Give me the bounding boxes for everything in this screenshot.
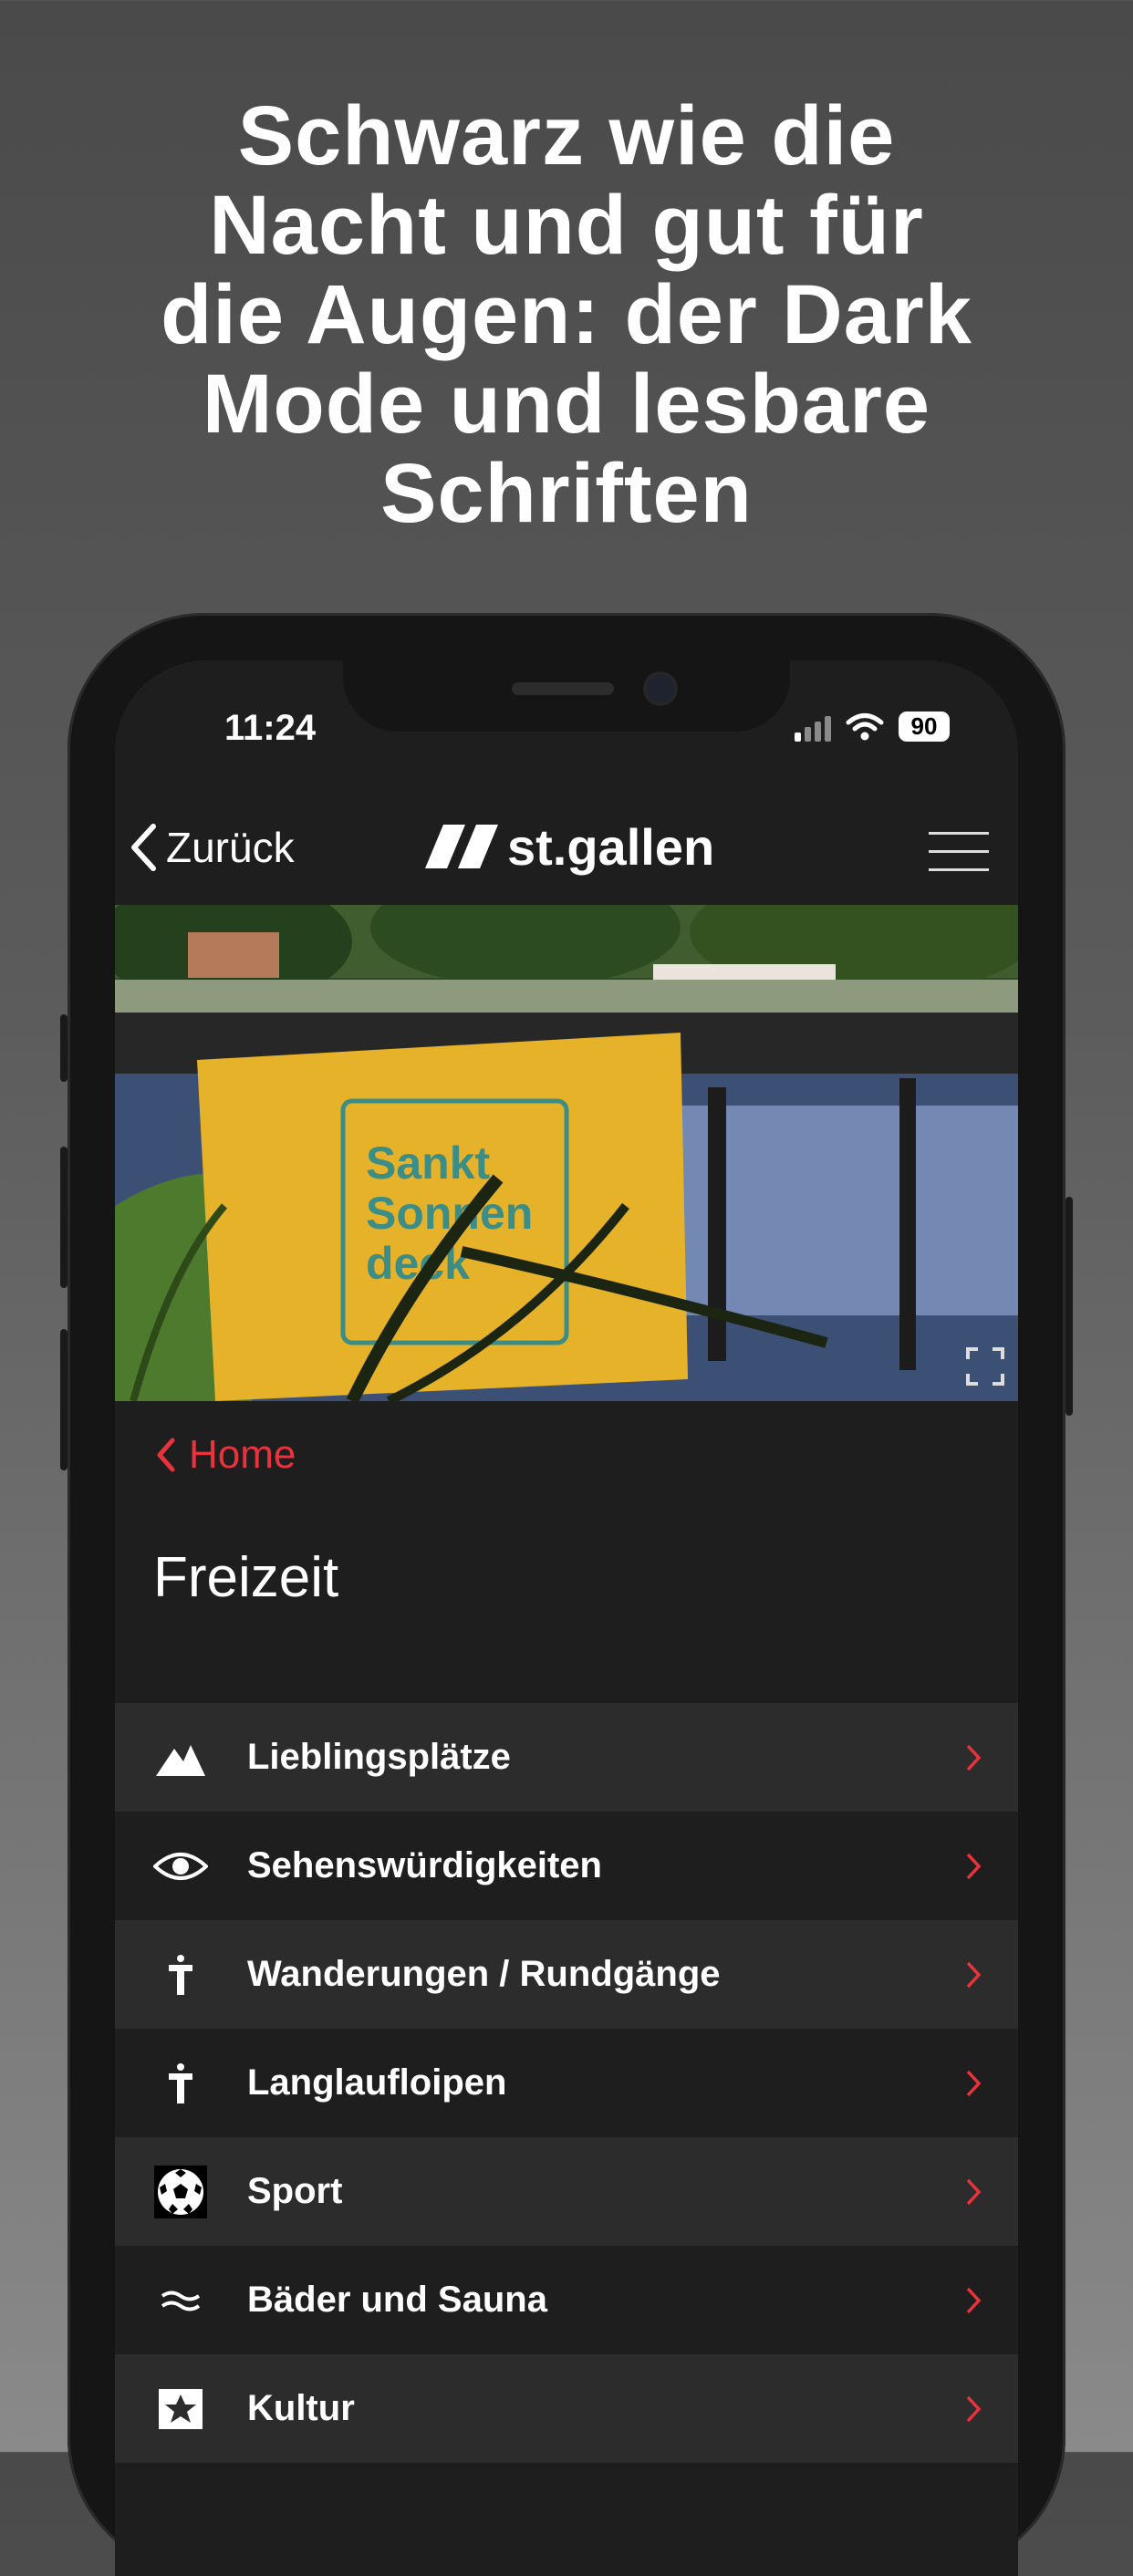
chevron-right-icon [966, 2070, 982, 2096]
volume-up-button [60, 1147, 68, 1288]
waves-icon [153, 2273, 208, 2328]
list-item-lieblingsplaetze[interactable]: Lieblingsplätze [115, 1703, 1018, 1812]
list-item-sehenswuerdigkeiten[interactable]: Sehenswürdigkeiten [115, 1812, 1018, 1920]
logo-slashes-icon [425, 824, 498, 868]
towel-text-line: Sankt [366, 1137, 491, 1189]
list-item-baeder-und-sauna[interactable]: Bäder und Sauna [115, 2246, 1018, 2354]
chevron-left-icon [157, 1438, 175, 1472]
signal-icon [795, 712, 831, 742]
front-camera [647, 675, 674, 702]
chevron-left-icon [131, 824, 156, 871]
wifi-icon [846, 712, 884, 740]
list-item-label: Sport [247, 2171, 343, 2211]
list-item-wanderungen[interactable]: Wanderungen / Rundgänge [115, 1920, 1018, 2029]
status-icons: 90 [795, 712, 950, 742]
back-button[interactable]: Zurück [130, 823, 295, 872]
list-item-label: Langlaufloipen [247, 2062, 507, 2103]
chevron-right-icon [966, 2287, 982, 2313]
headline-line: Schwarz wie die [237, 89, 896, 182]
list-item-label: Wanderungen / Rundgänge [247, 1954, 721, 1994]
chevron-right-icon [966, 1744, 982, 1771]
hero-image[interactable]: Sankt Sonnen deck [115, 905, 1018, 1401]
chevron-right-icon [966, 1961, 982, 1988]
theater-icon [153, 2382, 208, 2436]
breadcrumb-home[interactable]: Home [156, 1432, 296, 1478]
mountain-icon [153, 1730, 208, 1785]
logo-text: st.gallen [507, 818, 715, 876]
list-item-kultur[interactable]: Kultur [115, 2354, 1018, 2463]
headline-line: die Augen: der Dark [161, 268, 972, 361]
list-item-label: Bäder und Sauna [247, 2280, 547, 2320]
speaker [512, 682, 614, 695]
signpost-icon [153, 1948, 208, 2002]
breadcrumb-label: Home [189, 1432, 296, 1477]
chevron-right-icon [966, 1853, 982, 1879]
soccer-ball-icon [153, 2165, 208, 2219]
volume-down-button [60, 1329, 68, 1470]
category-list: Lieblingsplätze Sehenswürdigkeiten Wande… [115, 1703, 1018, 2463]
headline-line: Mode und lesbare [202, 358, 931, 451]
list-item-label: Kultur [247, 2388, 355, 2428]
headline-line: Schriften [380, 447, 753, 540]
list-item-label: Sehenswürdigkeiten [247, 1845, 602, 1885]
headline: Schwarz wie die Nacht und gut für die Au… [55, 91, 1078, 538]
status-time: 11:24 [224, 708, 317, 748]
back-label: Zurück [166, 824, 295, 871]
list-item-langlaufloipen[interactable]: Langlaufloipen [115, 2029, 1018, 2137]
stgallen-logo[interactable]: st.gallen [425, 817, 714, 877]
expand-icon[interactable] [965, 1346, 1005, 1387]
hero-photo: Sankt Sonnen deck [115, 905, 1018, 1401]
phone-screen: 11:24 90 Zurück st.gallen Sankt Sonnen d… [115, 660, 1018, 2576]
battery-indicator: 90 [899, 712, 950, 742]
list-item-label: Lieblingsplätze [247, 1737, 511, 1777]
eye-icon [153, 1839, 208, 1894]
list-item-sport[interactable]: Sport [115, 2137, 1018, 2246]
headline-line: Nacht und gut für [209, 179, 924, 272]
power-button [1065, 1197, 1073, 1416]
chevron-right-icon [966, 2395, 982, 2422]
chevron-right-icon [966, 2178, 982, 2205]
phone-frame: 11:24 90 Zurück st.gallen Sankt Sonnen d… [60, 613, 1073, 2576]
menu-button[interactable] [929, 832, 989, 872]
navigation-bar: Zurück st.gallen [115, 797, 1018, 907]
notch [343, 660, 790, 732]
mute-switch [60, 1014, 68, 1082]
signpost-icon [153, 2056, 208, 2111]
page-title: Freizeit [153, 1546, 339, 1609]
